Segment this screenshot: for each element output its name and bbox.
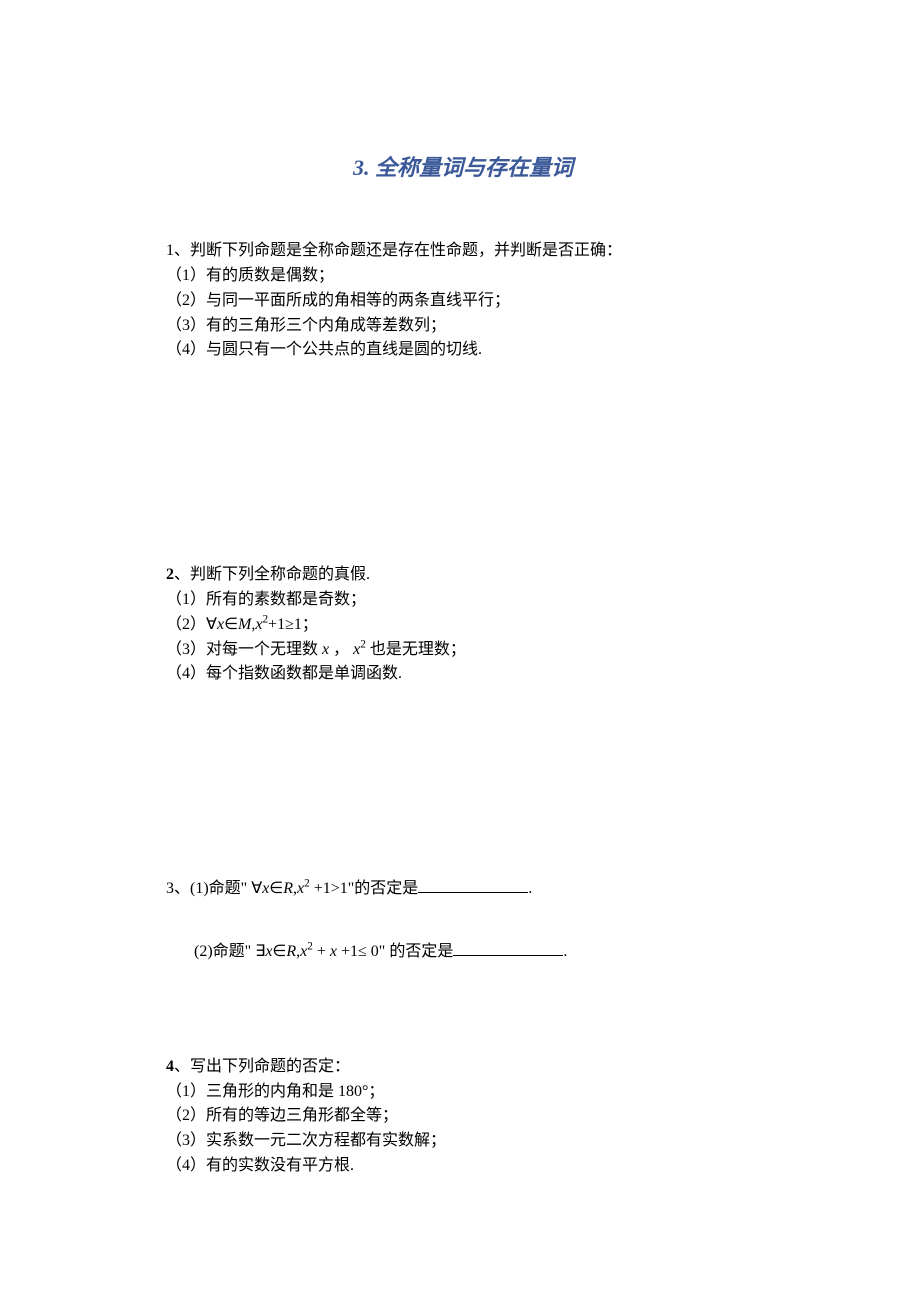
q2-i2-forall: ∀	[206, 616, 217, 633]
q4-header: 4、写出下列命题的否定：	[166, 1055, 760, 1080]
q3-s2-period: .	[563, 943, 567, 960]
q3-s1-prefix: 3、(1)命题"	[166, 880, 251, 897]
q2-i3-mid: ，	[333, 641, 353, 658]
question-2: 2、判断下列全称命题的真假. （1）所有的素数都是奇数； （2）∀x∈M,x2+…	[166, 563, 760, 687]
q2-header-text: 、判断下列全称命题的真假.	[174, 566, 370, 583]
q3-s2-suffix: " 的否定是	[379, 943, 454, 960]
q3-s1-in: ∈	[269, 880, 283, 897]
q2-item-1: （1）所有的素数都是奇数；	[166, 588, 760, 613]
q3-s2-in: ∈	[272, 943, 286, 960]
q1-item-4: （4）与圆只有一个公共点的直线是圆的切线.	[166, 338, 760, 363]
q2-i2-plus: +1≥1	[268, 616, 302, 633]
q1-header: 1、判断下列命题是全称命题还是存在性命题，并判断是否正确：	[166, 239, 760, 264]
q2-i2-prefix: （2）	[166, 616, 206, 633]
q2-i2-x: x	[217, 616, 224, 633]
q3-s2-x3: x	[330, 943, 337, 960]
q2-item-3: （3）对每一个无理数 x ， x2 也是无理数；	[166, 638, 760, 663]
q4-item-2: （2）所有的等边三角形都全等；	[166, 1104, 760, 1129]
question-1: 1、判断下列命题是全称命题还是存在性命题，并判断是否正确： （1）有的质数是偶数…	[166, 239, 760, 363]
q2-i3-x: x	[318, 641, 333, 658]
q3-s2-exists: ∃	[255, 943, 265, 960]
q2-header: 2、判断下列全称命题的真假.	[166, 563, 760, 588]
q4-item-4: （4）有的实数没有平方根.	[166, 1154, 760, 1179]
page-title: 3. 全称量词与存在量词	[166, 150, 760, 185]
q3-sub2: (2)命题" ∃x∈R,x2 + x +1≤ 0" 的否定是.	[166, 940, 760, 965]
q3-sub1: 3、(1)命题" ∀x∈R,x2 +1>1"的否定是.	[166, 877, 760, 902]
q3-s1-R: R	[283, 880, 293, 897]
q4-header-text: 、写出下列命题的否定：	[174, 1058, 350, 1075]
q3-s1-period: .	[528, 880, 532, 897]
q3-s2-blank[interactable]	[453, 940, 563, 956]
question-3: 3、(1)命题" ∀x∈R,x2 +1>1"的否定是. (2)命题" ∃x∈R,…	[166, 877, 760, 965]
q1-item-3: （3）有的三角形三个内角成等差数列；	[166, 314, 760, 339]
q4-number: 4	[166, 1058, 174, 1075]
q3-s2-prefix: (2)命题"	[194, 943, 255, 960]
q3-s1-rest: +1>1	[310, 880, 348, 897]
q3-s1-blank[interactable]	[418, 877, 528, 893]
question-4: 4、写出下列命题的否定： （1）三角形的内角和是 180°； （2）所有的等边三…	[166, 1055, 760, 1179]
q1-item-2: （2）与同一平面所成的角相等的两条直线平行；	[166, 289, 760, 314]
q2-i2-M: M	[238, 616, 251, 633]
q2-i2-suffix: ；	[302, 616, 318, 633]
q3-s2-R: R	[286, 943, 296, 960]
q3-s1-forall: ∀	[251, 880, 262, 897]
q2-item-4: （4）每个指数函数都是单调函数.	[166, 662, 760, 687]
q3-s2-rest: +1≤ 0	[337, 943, 379, 960]
q2-number: 2	[166, 566, 174, 583]
q2-i2-in: ∈	[224, 616, 238, 633]
q2-i3-suffix: 也是无理数；	[366, 641, 466, 658]
q2-item-2: （2）∀x∈M,x2+1≥1；	[166, 613, 760, 638]
q4-item-3: （3）实系数一元二次方程都有实数解；	[166, 1129, 760, 1154]
q3-s1-suffix: "的否定是	[348, 880, 419, 897]
q3-s2-mid: +	[313, 943, 330, 960]
q1-item-1: （1）有的质数是偶数；	[166, 264, 760, 289]
q2-i3-prefix: （3）对每一个无理数	[166, 641, 318, 658]
q4-item-1: （1）三角形的内角和是 180°；	[166, 1080, 760, 1105]
